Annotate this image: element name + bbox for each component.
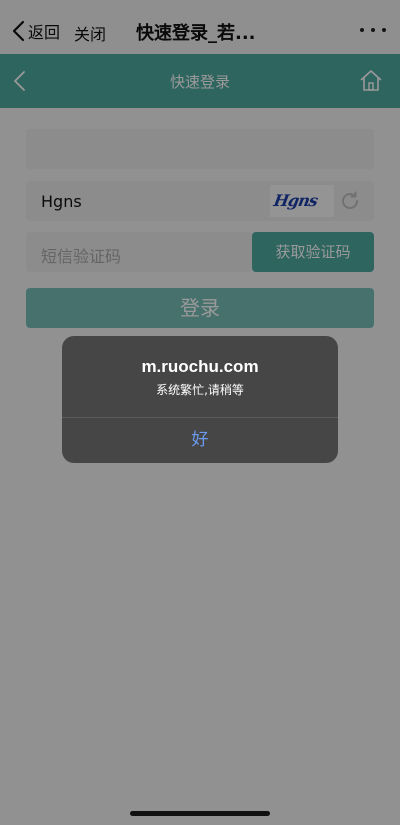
alert-message: 系统繁忙,请稍等 bbox=[156, 383, 244, 397]
alert-dialog: m.ruochu.com 系统繁忙,请稍等 好 bbox=[62, 336, 338, 463]
alert-ok-button[interactable]: 好 bbox=[62, 418, 338, 463]
home-indicator[interactable] bbox=[130, 811, 270, 816]
alert-title: m.ruochu.com bbox=[141, 357, 259, 376]
